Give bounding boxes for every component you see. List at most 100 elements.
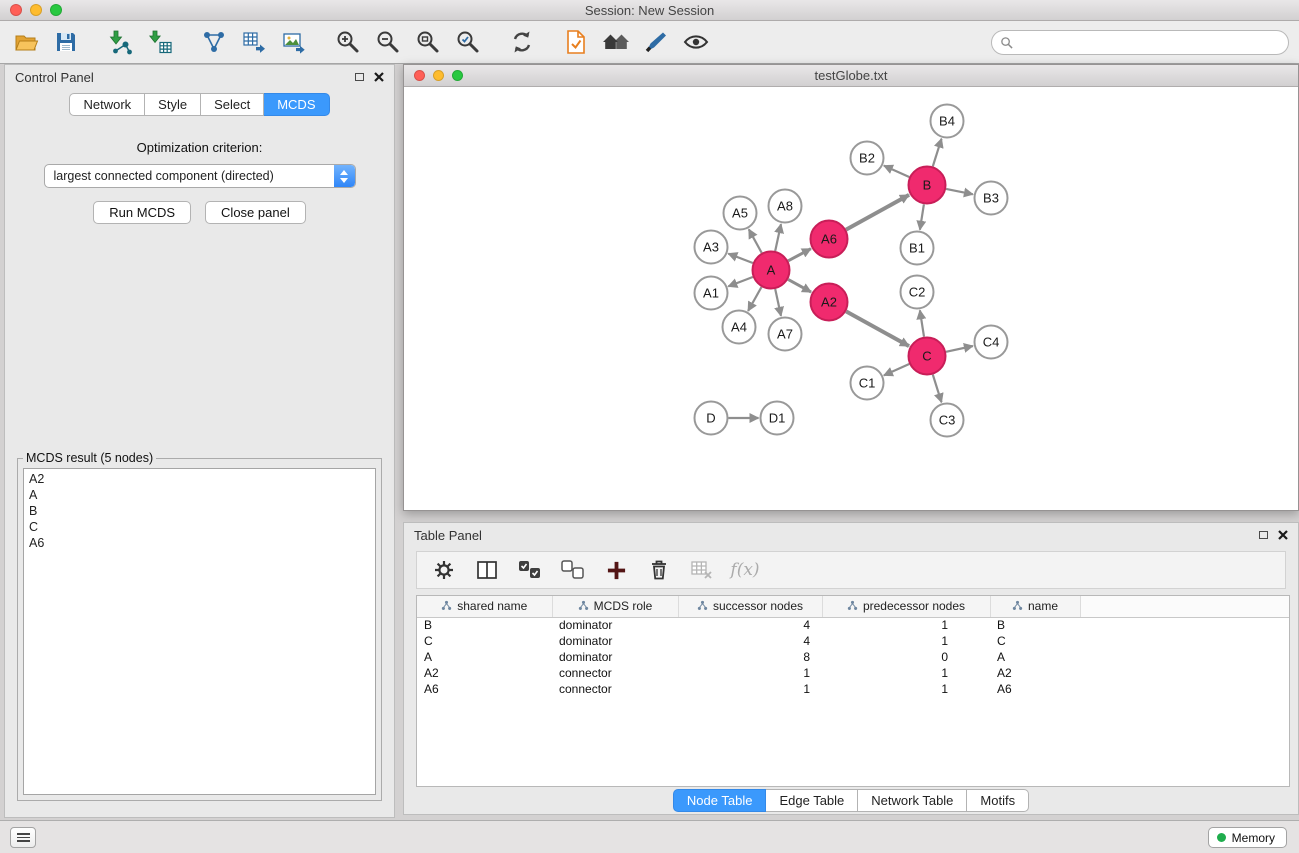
- graph-node[interactable]: A2: [811, 284, 848, 321]
- clipboard-network-button[interactable]: [560, 25, 592, 59]
- function-builder-button[interactable]: f(x): [730, 554, 760, 586]
- table-row[interactable]: A6connector11A6: [417, 681, 1289, 697]
- table-cell[interactable]: A6: [417, 681, 552, 697]
- table-cell[interactable]: C: [990, 633, 1080, 649]
- close-panel-icon[interactable]: [374, 72, 384, 82]
- result-item[interactable]: C: [29, 519, 370, 535]
- graph-edge[interactable]: [775, 289, 781, 316]
- table-cell[interactable]: 1: [822, 617, 990, 633]
- import-network-button[interactable]: [104, 25, 136, 59]
- select-all-button[interactable]: [515, 554, 545, 586]
- graph-node[interactable]: D1: [761, 402, 794, 435]
- result-item[interactable]: A2: [29, 471, 370, 487]
- dropdown-stepper-icon[interactable]: [334, 165, 355, 187]
- table-cell[interactable]: dominator: [552, 633, 678, 649]
- graph-node[interactable]: B2: [851, 142, 884, 175]
- settings-gear-button[interactable]: [429, 554, 459, 586]
- graph-node[interactable]: B1: [901, 232, 934, 265]
- graph-node[interactable]: A4: [723, 311, 756, 344]
- graph-edge[interactable]: [946, 189, 973, 194]
- result-item[interactable]: A6: [29, 535, 370, 551]
- export-network-button[interactable]: [198, 25, 230, 59]
- export-table-button[interactable]: [238, 25, 270, 59]
- graph-node[interactable]: A7: [769, 318, 802, 351]
- graph-edge[interactable]: [884, 364, 909, 375]
- graph-edge[interactable]: [748, 287, 761, 311]
- export-image-button[interactable]: [278, 25, 310, 59]
- table-cell[interactable]: dominator: [552, 649, 678, 665]
- graph-node[interactable]: A: [753, 252, 790, 289]
- delete-table-button[interactable]: [687, 554, 717, 586]
- graph-node[interactable]: B: [909, 167, 946, 204]
- column-header[interactable]: shared name: [417, 596, 552, 617]
- tab-node-table[interactable]: Node Table: [673, 789, 767, 812]
- table-cell[interactable]: 1: [822, 681, 990, 697]
- table-row[interactable]: Cdominator41C: [417, 633, 1289, 649]
- tab-select[interactable]: Select: [201, 93, 264, 116]
- network-canvas[interactable]: B4B2BB3A5A8A6B1A3AC2A1A2A4A7CC4C1C3DD1: [404, 87, 1298, 510]
- column-header[interactable]: MCDS role: [552, 596, 678, 617]
- column-header[interactable]: successor nodes: [678, 596, 822, 617]
- mcds-result-list[interactable]: A2ABCA6: [23, 468, 376, 795]
- network-close-icon[interactable]: [414, 70, 425, 81]
- zoom-window-icon[interactable]: [50, 4, 62, 16]
- table-row[interactable]: Adominator80A: [417, 649, 1289, 665]
- graph-node[interactable]: D: [695, 402, 728, 435]
- table-cell[interactable]: B: [417, 617, 552, 633]
- float-table-panel-icon[interactable]: [1259, 531, 1268, 539]
- open-session-button[interactable]: [10, 25, 42, 59]
- delete-column-button[interactable]: [644, 554, 674, 586]
- graph-edge[interactable]: [728, 254, 753, 263]
- graph-edge[interactable]: [920, 310, 924, 336]
- column-header[interactable]: predecessor nodes: [822, 596, 990, 617]
- graph-node[interactable]: A1: [695, 277, 728, 310]
- table-cell[interactable]: connector: [552, 681, 678, 697]
- refresh-button[interactable]: [506, 25, 538, 59]
- import-table-button[interactable]: [144, 25, 176, 59]
- optimization-dropdown[interactable]: largest connected component (directed): [44, 164, 356, 188]
- graph-node[interactable]: C4: [975, 326, 1008, 359]
- table-cell[interactable]: 4: [678, 633, 822, 649]
- graph-edge[interactable]: [846, 195, 909, 230]
- save-session-button[interactable]: [50, 25, 82, 59]
- zoom-out-button[interactable]: [372, 25, 404, 59]
- close-window-icon[interactable]: [10, 4, 22, 16]
- table-row[interactable]: Bdominator41B: [417, 617, 1289, 633]
- graph-edge[interactable]: [749, 229, 762, 253]
- graph-edge[interactable]: [884, 166, 909, 177]
- panel-selector-button[interactable]: [10, 827, 36, 848]
- table-cell[interactable]: 1: [678, 681, 822, 697]
- graph-edge[interactable]: [946, 346, 973, 352]
- table-cell[interactable]: dominator: [552, 617, 678, 633]
- graph-node[interactable]: A6: [811, 221, 848, 258]
- table-cell[interactable]: 1: [678, 665, 822, 681]
- table-cell[interactable]: B: [990, 617, 1080, 633]
- zoom-fit-button[interactable]: [412, 25, 444, 59]
- run-mcds-button[interactable]: Run MCDS: [93, 201, 191, 224]
- tab-motifs[interactable]: Motifs: [967, 789, 1029, 812]
- column-header[interactable]: name: [990, 596, 1080, 617]
- network-minimize-icon[interactable]: [433, 70, 444, 81]
- style-brush-button[interactable]: [640, 25, 672, 59]
- table-cell[interactable]: C: [417, 633, 552, 649]
- graph-node[interactable]: B3: [975, 182, 1008, 215]
- result-item[interactable]: A: [29, 487, 370, 503]
- table-cell[interactable]: A: [990, 649, 1080, 665]
- tab-mcds[interactable]: MCDS: [264, 93, 329, 116]
- graph-node[interactable]: A5: [724, 197, 757, 230]
- graph-edge[interactable]: [728, 277, 753, 286]
- graph-node[interactable]: C2: [901, 276, 934, 309]
- table-row[interactable]: A2connector11A2: [417, 665, 1289, 681]
- tab-network-table[interactable]: Network Table: [858, 789, 967, 812]
- home-button[interactable]: [600, 25, 632, 59]
- table-cell[interactable]: A: [417, 649, 552, 665]
- table-cell[interactable]: A6: [990, 681, 1080, 697]
- graph-edge[interactable]: [920, 204, 924, 229]
- add-column-button[interactable]: [601, 554, 631, 586]
- table-cell[interactable]: 8: [678, 649, 822, 665]
- graph-edge[interactable]: [788, 249, 811, 261]
- graph-edge[interactable]: [846, 311, 909, 346]
- minimize-window-icon[interactable]: [30, 4, 42, 16]
- graph-edge[interactable]: [933, 375, 942, 403]
- tab-style[interactable]: Style: [145, 93, 201, 116]
